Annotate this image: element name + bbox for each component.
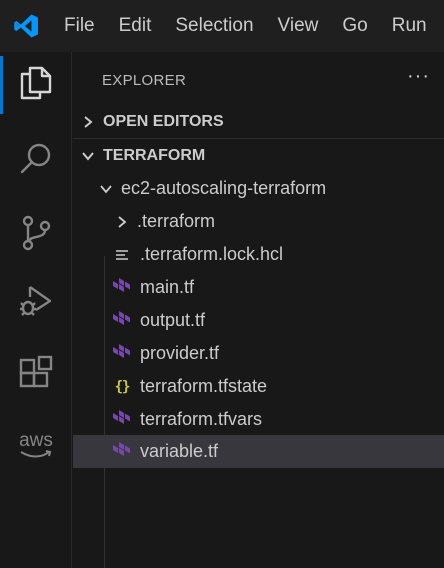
tree-item-tfvars[interactable]: terraform.tfvars	[73, 403, 444, 436]
terraform-icon	[110, 276, 134, 300]
explorer-header: EXPLORER ···	[73, 52, 444, 108]
terraform-icon	[110, 408, 134, 432]
folder-label: ec2-autoscaling-terraform	[121, 178, 327, 198]
activity-extensions[interactable]	[0, 342, 72, 408]
source-control-icon	[19, 215, 53, 256]
activity-source-control[interactable]	[0, 202, 72, 268]
vscode-logo-icon	[0, 0, 52, 52]
file-label: terraform.tfvars	[140, 409, 263, 429]
run-debug-icon	[18, 283, 54, 324]
file-label: main.tf	[140, 277, 195, 297]
activity-explorer[interactable]	[0, 52, 72, 118]
section-terraform-label: TERRAFORM	[103, 147, 206, 164]
aws-icon: aws	[19, 431, 53, 458]
explorer-sidebar: EXPLORER ··· OPEN EDITORS TERRAFORM ec2-…	[73, 52, 444, 568]
file-label: output.tf	[140, 310, 206, 330]
tree-item-lock-file[interactable]: .terraform.lock.hcl	[73, 238, 444, 271]
menu-go[interactable]: Go	[330, 0, 379, 52]
lines-file-icon	[110, 243, 134, 267]
activity-run-debug[interactable]	[0, 270, 72, 336]
chevron-right-icon	[79, 113, 97, 131]
activity-aws[interactable]: aws	[0, 412, 72, 478]
tree-item-main-tf[interactable]: main.tf	[73, 271, 444, 304]
file-label: .terraform.lock.hcl	[140, 244, 284, 264]
activity-bar: aws	[0, 52, 72, 568]
menu-file[interactable]: File	[52, 0, 107, 52]
tree-item-output-tf[interactable]: output.tf	[73, 304, 444, 337]
tree-item-provider-tf[interactable]: provider.tf	[73, 337, 444, 370]
menu-run[interactable]: Run	[380, 0, 439, 52]
file-label: terraform.tfstate	[140, 376, 268, 396]
chevron-down-icon	[79, 147, 97, 165]
chevron-down-icon	[97, 180, 115, 198]
tree-folder-ec2-autoscaling-terraform[interactable]: ec2-autoscaling-terraform	[73, 172, 444, 205]
menu-edit[interactable]: Edit	[107, 0, 164, 52]
activity-search[interactable]	[0, 127, 72, 193]
terraform-icon	[110, 440, 134, 464]
more-actions-icon[interactable]: ···	[407, 66, 430, 86]
menu-selection[interactable]: Selection	[163, 0, 265, 52]
menu-bar: File Edit Selection View Go Run	[52, 0, 439, 52]
tree-item-variable-tf[interactable]: variable.tf	[73, 435, 444, 468]
chevron-right-icon	[113, 213, 131, 231]
extensions-icon	[18, 355, 54, 396]
section-terraform[interactable]: TERRAFORM	[73, 139, 444, 173]
json-braces-icon: {}	[114, 378, 131, 395]
menu-view[interactable]: View	[266, 0, 331, 52]
explorer-title: EXPLORER	[102, 71, 187, 89]
files-icon	[19, 65, 53, 106]
terraform-icon	[110, 342, 134, 366]
search-icon	[19, 141, 53, 180]
title-bar: File Edit Selection View Go Run	[0, 0, 444, 52]
file-label: provider.tf	[140, 343, 220, 363]
section-open-editors-label: OPEN EDITORS	[103, 113, 224, 130]
file-label: variable.tf	[140, 441, 219, 461]
section-open-editors[interactable]: OPEN EDITORS	[73, 105, 444, 139]
file-label: .terraform	[137, 211, 216, 231]
tree-item-tfstate[interactable]: {} terraform.tfstate	[73, 370, 444, 403]
terraform-icon	[110, 309, 134, 333]
tree-item-terraform-folder[interactable]: .terraform	[73, 205, 444, 238]
